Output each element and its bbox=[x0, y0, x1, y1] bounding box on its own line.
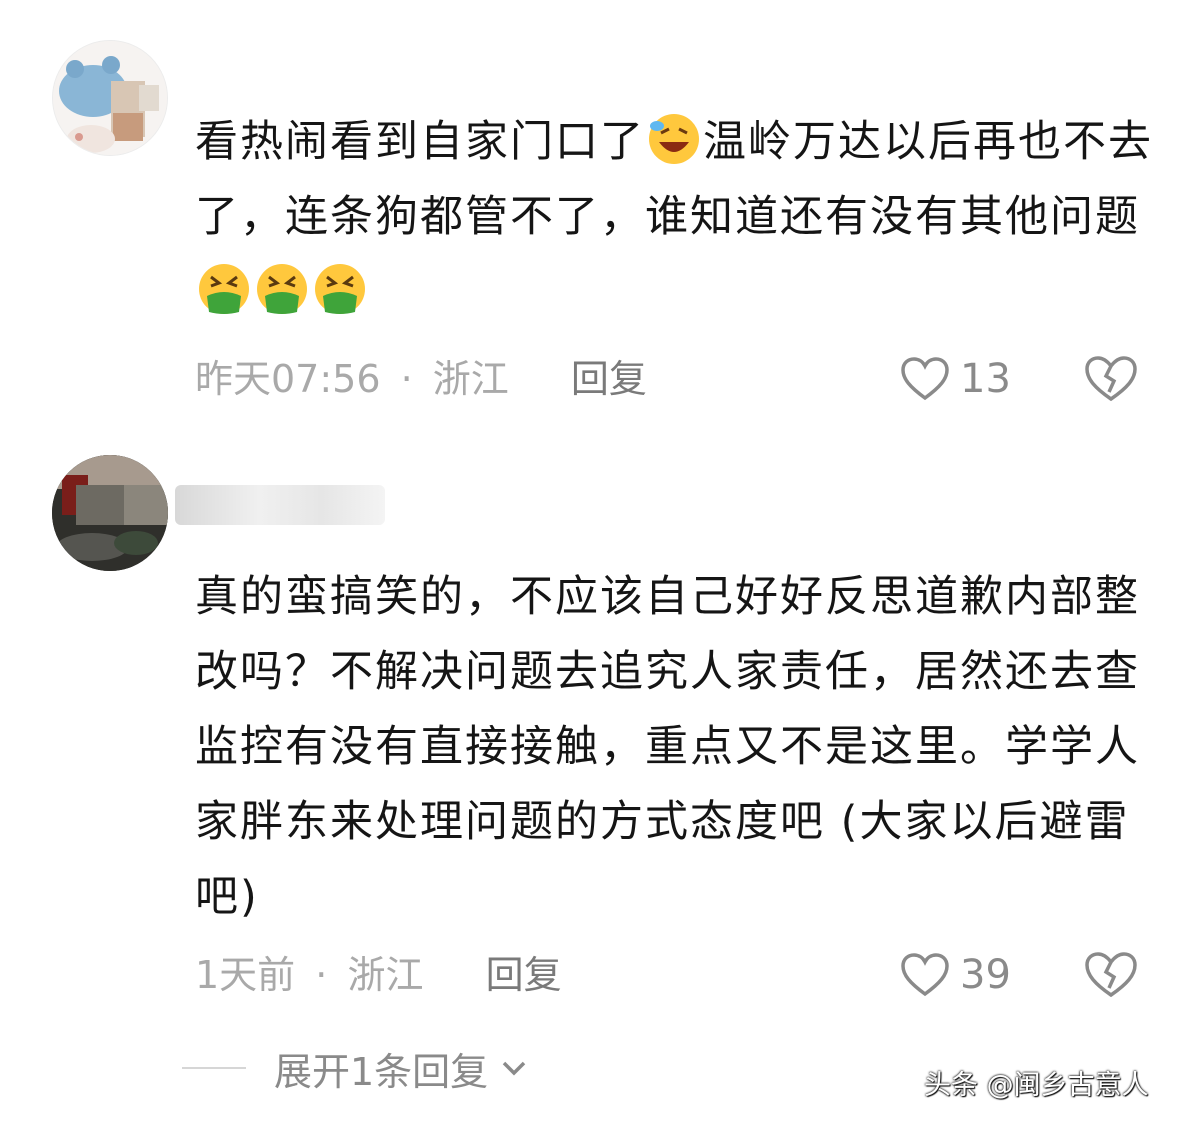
heart-outline-icon bbox=[901, 357, 949, 401]
comment-list: 看热闹看到自家门口了 温岭万达以后再也不去了，连条狗都管不了，谁知道还有没有其他问… bbox=[0, 0, 1200, 1123]
comment-text: 看热闹看到自家门口了 温岭万达以后再也不去了，连条狗都管不了，谁知道还有没有其他问… bbox=[195, 105, 1155, 330]
broken-heart-icon bbox=[1085, 952, 1137, 998]
comment-time: 昨天07:56 bbox=[195, 357, 381, 401]
nauseated-emoji-icon bbox=[315, 264, 365, 314]
separator-dot: · bbox=[400, 357, 413, 401]
expand-replies-button[interactable]: 展开1条回复 bbox=[182, 1043, 532, 1094]
photo-avatar-icon bbox=[52, 455, 168, 571]
like-count: 39 bbox=[960, 952, 1011, 998]
like-button[interactable]: 13 bbox=[900, 354, 1011, 404]
dislike-button[interactable] bbox=[1083, 950, 1139, 1000]
comment-location: 浙江 bbox=[347, 953, 424, 997]
reply-button[interactable]: 回复 bbox=[486, 953, 562, 997]
bear-hood-avatar-icon bbox=[53, 41, 167, 155]
avatar[interactable] bbox=[52, 455, 168, 571]
reply-button[interactable]: 回复 bbox=[571, 357, 647, 401]
nauseated-emoji-icon bbox=[257, 264, 307, 314]
blurred-username bbox=[175, 485, 385, 525]
like-count: 13 bbox=[960, 356, 1011, 402]
watermark: 头条 @闽乡古意人 bbox=[924, 1070, 1149, 1101]
nauseated-emoji-icon bbox=[199, 264, 249, 314]
comment-meta: 昨天07:56 · 浙江 回复 bbox=[195, 354, 647, 404]
comment-text: 真的蛮搞笑的，不应该自己好好反思道歉内部整改吗？不解决问题去追究人家责任，居然还… bbox=[195, 572, 1140, 922]
heart-outline-icon bbox=[901, 953, 949, 997]
comment-meta: 1天前 · 浙江 回复 bbox=[195, 950, 562, 1000]
avatar[interactable] bbox=[52, 40, 168, 156]
broken-heart-icon bbox=[1085, 356, 1137, 402]
like-button[interactable]: 39 bbox=[900, 950, 1011, 1000]
comment-time: 1天前 bbox=[195, 953, 296, 997]
grin-sweat-emoji-icon bbox=[649, 114, 699, 164]
divider-line bbox=[182, 1067, 246, 1069]
separator-dot: · bbox=[315, 953, 328, 997]
expand-replies-label: 展开1条回复 bbox=[274, 1049, 489, 1094]
dislike-button[interactable] bbox=[1083, 354, 1139, 404]
comment-location: 浙江 bbox=[432, 357, 509, 401]
chevron-down-icon bbox=[502, 1061, 526, 1076]
